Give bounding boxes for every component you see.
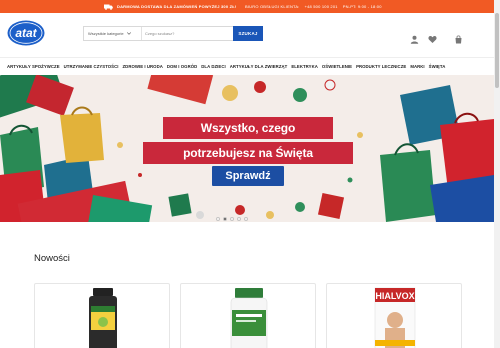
product-brand-text: HIALVOX xyxy=(375,291,414,301)
header-icons xyxy=(410,31,463,44)
top-promo-bar: DARMOWA DOSTAWA DLA ZAMÓWIEŃ POWYŻEJ 300… xyxy=(0,0,500,13)
category-select-label: Wszystkie kategorie xyxy=(88,31,124,36)
nav-item-dom-i-ogrod[interactable]: DOM I OGRÓD xyxy=(167,64,197,69)
nav-item-dla-dzieci[interactable]: DLA DZIECI xyxy=(201,64,225,69)
banner-headline-line1: Wszystko, czego xyxy=(163,117,333,139)
slider-dot-2[interactable] xyxy=(223,217,227,221)
atat-logo[interactable]: atat xyxy=(7,20,45,46)
slider-dots xyxy=(216,217,248,221)
page: DARMOWA DOSTAWA DLA ZAMÓWIEŃ POWYŻEJ 300… xyxy=(0,0,500,348)
product-image xyxy=(230,288,268,348)
category-nav: ARTYKUŁY SPOŻYWCZE UTRZYMANIE CZYSTOŚCI … xyxy=(0,58,500,74)
service-hours: PN-PT: 9:00 - 18:00 xyxy=(342,4,382,9)
category-select[interactable]: Wszystkie kategorie xyxy=(84,27,142,40)
nav-item-elektryka[interactable]: ELEKTRYKA xyxy=(291,64,318,69)
cart-icon[interactable] xyxy=(454,31,463,44)
product-card[interactable]: HIALVOX xyxy=(326,283,462,348)
nav-item-artykuly-spozywcze[interactable]: ARTYKUŁY SPOŻYWCZE xyxy=(7,64,60,69)
user-icon[interactable] xyxy=(410,31,419,44)
truck-icon xyxy=(104,4,113,10)
slider-dot-3[interactable] xyxy=(230,217,234,221)
free-shipping-promo: DARMOWA DOSTAWA DLA ZAMÓWIEŃ POWYŻEJ 300… xyxy=(104,0,236,13)
product-image: HIALVOX xyxy=(374,287,416,348)
chevron-down-icon xyxy=(126,31,131,36)
product-image xyxy=(89,288,117,348)
customer-service-info: BIURO OBSŁUGI KLIENTA: +48 500 100 201 P… xyxy=(245,0,382,13)
scrollbar-thumb[interactable] xyxy=(495,13,499,88)
page-scrollbar[interactable] xyxy=(494,0,500,348)
nav-item-zdrowie-i-uroda[interactable]: ZDROWIE I URODA xyxy=(123,64,163,69)
slider-dot-1[interactable] xyxy=(216,217,220,221)
svg-text:atat: atat xyxy=(15,26,37,40)
slider-dot-4[interactable] xyxy=(237,217,241,221)
search-button[interactable]: SZUKAJ xyxy=(233,26,263,41)
nav-item-oswietlenie[interactable]: OŚWIETLENIE xyxy=(322,64,352,69)
nav-item-utrzymanie-czystosci[interactable]: UTRZYMANIE CZYSTOŚCI xyxy=(64,64,119,69)
header: atat Wszystkie kategorie SZUKAJ xyxy=(0,13,500,58)
nav-item-marki[interactable]: MARKI xyxy=(410,64,424,69)
section-title-new-products: Nowości xyxy=(34,253,70,264)
banner-headline-line2: potrzebujesz na Święta xyxy=(143,142,353,164)
product-card[interactable] xyxy=(34,283,170,348)
nav-item-swieta[interactable]: ŚWIĘTA xyxy=(429,64,446,69)
service-phone[interactable]: +48 500 100 201 xyxy=(305,4,338,9)
promo-text: DARMOWA DOSTAWA DLA ZAMÓWIEŃ POWYŻEJ 300… xyxy=(117,4,237,9)
heart-icon[interactable] xyxy=(428,31,437,43)
service-label: BIURO OBSŁUGI KLIENTA: xyxy=(245,4,300,9)
nav-item-artykuly-dla-zwierzat[interactable]: ARTYKUŁY DLA ZWIERZĄT xyxy=(230,64,288,69)
product-card[interactable] xyxy=(180,283,316,348)
banner-cta-button[interactable]: Sprawdź xyxy=(212,166,284,186)
nav-item-produkty-lecznicze[interactable]: PRODUKTY LECZNICZE xyxy=(356,64,406,69)
slider-dot-5[interactable] xyxy=(244,217,248,221)
